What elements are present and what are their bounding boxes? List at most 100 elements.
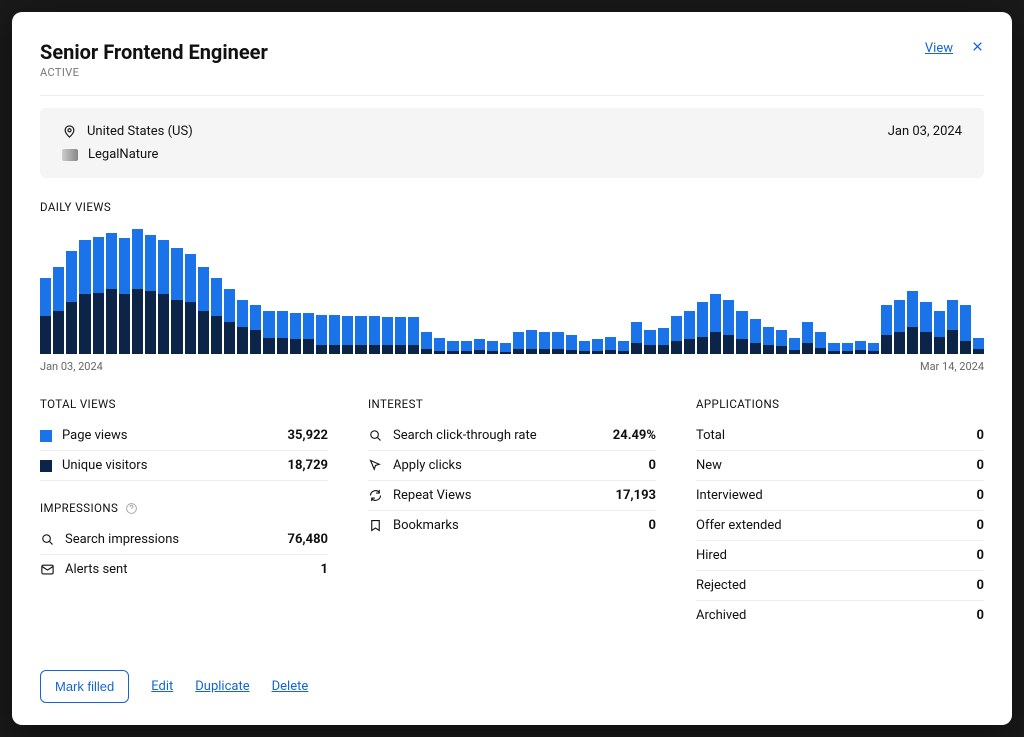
daily-views-label: DAILY VIEWS — [40, 200, 984, 214]
chart-bar — [789, 224, 800, 354]
repeat-value: 17,193 — [616, 488, 657, 503]
bookmark-label: Bookmarks — [393, 518, 459, 533]
chart-bar — [395, 224, 406, 354]
daily-views-chart: Jan 03, 2024 Mar 14, 2024 — [40, 224, 984, 373]
chart-bar — [750, 224, 761, 354]
chart-x-axis: Jan 03, 2024 Mar 14, 2024 — [40, 360, 984, 373]
application-label: Rejected — [696, 578, 746, 593]
envelope-icon — [40, 562, 55, 577]
search-impressions-label: Search impressions — [65, 532, 179, 547]
close-icon — [971, 40, 984, 53]
apply-value: 0 — [649, 458, 656, 473]
search-icon — [40, 532, 55, 547]
search-impressions-value: 76,480 — [288, 532, 329, 547]
delete-button[interactable]: Delete — [272, 679, 309, 694]
chart-bar — [526, 224, 537, 354]
chart-bar — [881, 224, 892, 354]
bookmark-value: 0 — [649, 518, 656, 533]
application-row: Total 0 — [696, 421, 984, 451]
application-value: 0 — [977, 428, 984, 443]
close-button[interactable] — [971, 40, 984, 56]
duplicate-button[interactable]: Duplicate — [195, 679, 249, 694]
chart-bar — [894, 224, 905, 354]
chart-bar — [342, 224, 353, 354]
application-value: 0 — [977, 608, 984, 623]
chart-bar — [303, 224, 314, 354]
chart-bar — [658, 224, 669, 354]
mark-filled-button[interactable]: Mark filled — [40, 670, 129, 703]
bookmarks-stat: Bookmarks 0 — [368, 511, 656, 540]
location-text: United States (US) — [87, 124, 193, 139]
company-row: LegalNature — [62, 147, 193, 162]
job-status: ACTIVE — [40, 66, 268, 79]
chart-bar — [277, 224, 288, 354]
stats-row: TOTAL VIEWS Page views 35,922 Unique vis… — [40, 397, 984, 630]
chart-bar — [907, 224, 918, 354]
chart-bar — [53, 224, 64, 354]
chart-bar — [605, 224, 616, 354]
cursor-icon — [368, 458, 383, 473]
interest-title: INTEREST — [368, 397, 656, 411]
impressions-title: IMPRESSIONS — [40, 501, 328, 515]
chart-bar — [842, 224, 853, 354]
help-icon[interactable] — [125, 502, 138, 515]
impressions-section: IMPRESSIONS Search impressions 76,480 — [40, 501, 328, 584]
chart-bar — [132, 224, 143, 354]
question-circle-icon — [125, 502, 138, 515]
applications-list: Total0New0Interviewed0Offer extended0Hir… — [696, 421, 984, 630]
chart-bar — [224, 224, 235, 354]
chart-bar — [369, 224, 380, 354]
legend-unique-icon — [40, 460, 52, 472]
chart-bar — [828, 224, 839, 354]
chart-bar — [697, 224, 708, 354]
chart-bar — [461, 224, 472, 354]
chart-bar — [474, 224, 485, 354]
application-label: New — [696, 458, 722, 473]
bookmark-icon — [368, 518, 383, 533]
ctr-label: Search click-through rate — [393, 428, 537, 443]
company-name: LegalNature — [88, 147, 158, 162]
chart-bar — [434, 224, 445, 354]
chart-bar — [93, 224, 104, 354]
chart-bar — [776, 224, 787, 354]
chart-bar — [868, 224, 879, 354]
chart-bar — [211, 224, 222, 354]
applications-title: APPLICATIONS — [696, 397, 984, 411]
application-value: 0 — [977, 458, 984, 473]
search-impressions-stat: Search impressions 76,480 — [40, 525, 328, 555]
company-logo-icon — [62, 149, 78, 161]
chart-bar — [920, 224, 931, 354]
chart-bar — [644, 224, 655, 354]
chart-bar — [119, 224, 130, 354]
apply-clicks-stat: Apply clicks 0 — [368, 451, 656, 481]
col-views-impressions: TOTAL VIEWS Page views 35,922 Unique vis… — [40, 397, 328, 630]
ctr-stat: Search click-through rate 24.49% — [368, 421, 656, 451]
header-actions: View — [925, 40, 984, 56]
repeat-views-stat: Repeat Views 17,193 — [368, 481, 656, 511]
application-row: New 0 — [696, 451, 984, 481]
chart-bar — [539, 224, 550, 354]
chart-bar — [447, 224, 458, 354]
alerts-label: Alerts sent — [65, 562, 127, 577]
chart-bar — [592, 224, 603, 354]
chart-bar — [802, 224, 813, 354]
chart-bar — [934, 224, 945, 354]
total-views-title: TOTAL VIEWS — [40, 397, 328, 411]
view-link[interactable]: View — [925, 41, 953, 56]
chart-bar — [710, 224, 721, 354]
job-meta-box: United States (US) LegalNature Jan 03, 2… — [40, 108, 984, 178]
chart-bar — [855, 224, 866, 354]
application-value: 0 — [977, 578, 984, 593]
chart-bar — [382, 224, 393, 354]
chart-bar — [290, 224, 301, 354]
application-label: Interviewed — [696, 488, 763, 503]
chart-bar — [355, 224, 366, 354]
application-label: Total — [696, 428, 725, 443]
chart-bar — [329, 224, 340, 354]
refresh-icon — [368, 488, 383, 503]
chart-bar — [185, 224, 196, 354]
chart-bar — [66, 224, 77, 354]
edit-button[interactable]: Edit — [151, 679, 173, 694]
chart-bar — [79, 224, 90, 354]
chart-bar — [579, 224, 590, 354]
